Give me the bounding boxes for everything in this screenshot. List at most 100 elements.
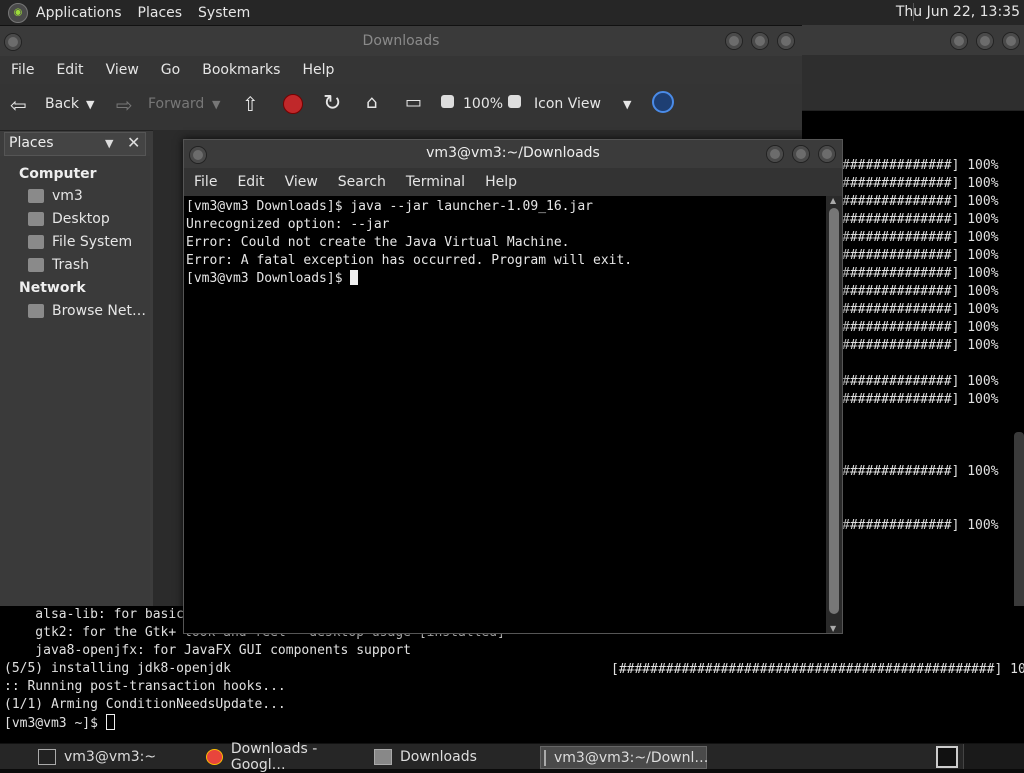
search-icon[interactable] xyxy=(652,91,674,113)
terminal-window[interactable]: vm3@vm3:~/Downloads File Edit View Searc… xyxy=(183,139,843,634)
menu-help[interactable]: Help xyxy=(475,174,527,190)
sidebar-item-label: vm3 xyxy=(52,188,83,204)
taskbar-item-chrome[interactable]: Downloads - Googl… xyxy=(206,741,366,773)
view-mode-chevron-icon[interactable]: ▼ xyxy=(623,98,631,111)
stop-icon[interactable] xyxy=(283,94,303,114)
scroll-up-icon[interactable]: ▲ xyxy=(830,196,836,205)
taskbar-item-terminal-downloads[interactable]: vm3@vm3:~/Downl… xyxy=(540,746,709,769)
close-button[interactable] xyxy=(777,32,795,50)
sidebar-item-file-system[interactable]: File System xyxy=(28,234,132,250)
show-desktop-icon[interactable] xyxy=(936,746,958,768)
menu-view[interactable]: View xyxy=(275,174,328,190)
sidebar-item-vm3[interactable]: vm3 xyxy=(28,188,83,204)
scroll-down-icon[interactable]: ▼ xyxy=(830,624,836,633)
taskbar-item-downloads[interactable]: Downloads xyxy=(374,746,534,767)
menu-help[interactable]: Help xyxy=(291,62,345,78)
progress-row xyxy=(842,445,999,463)
menu-view[interactable]: View xyxy=(95,62,150,78)
sidebar-header[interactable]: Places ▼ ✕ xyxy=(4,132,146,156)
applications-menu[interactable]: Applications xyxy=(28,5,130,21)
terminal-line: (5/5) installing jdk8-openjdk xyxy=(4,661,231,676)
terminal-cursor xyxy=(350,270,359,285)
scrollbar-thumb[interactable] xyxy=(829,208,839,614)
minimize-button[interactable] xyxy=(950,32,968,50)
home-icon[interactable]: ⌂ xyxy=(366,92,377,113)
terminal-scrollbar[interactable]: ▲ ▼ xyxy=(826,196,842,633)
progress-row xyxy=(842,499,999,517)
terminal-line: Error: A fatal exception has occurred. P… xyxy=(186,253,633,268)
clock[interactable]: Thu Jun 22, 13:35 xyxy=(896,4,1020,20)
progress-row: ##############] 100% xyxy=(842,392,999,407)
minimize-button[interactable] xyxy=(725,32,743,50)
forward-history-chevron-icon: ▼ xyxy=(212,98,221,111)
progress-row: ##############] 100% xyxy=(842,302,999,317)
zoom-out-icon[interactable] xyxy=(441,95,454,108)
menu-file[interactable]: File xyxy=(184,174,227,190)
back-arrow-icon[interactable]: ⇦ xyxy=(10,93,27,117)
file-manager-toolbar: ⇦ Back ▼ ⇨ Forward ▼ ⇧ ↻ ⌂ ▭ 100% Icon V… xyxy=(0,84,802,131)
progress-row: ##############] 100% xyxy=(842,338,999,353)
sidebar-item-desktop[interactable]: Desktop xyxy=(28,211,110,227)
forward-button: Forward xyxy=(148,96,205,112)
file-manager-titlebar[interactable]: Downloads xyxy=(0,26,802,56)
distro-logo-icon[interactable]: ◉ xyxy=(8,2,28,23)
sidebar-places-select[interactable]: Places xyxy=(9,135,54,151)
view-mode-select[interactable]: Icon View xyxy=(534,96,601,112)
back-button[interactable]: Back xyxy=(45,96,79,112)
terminal-output[interactable]: [vm3@vm3 Downloads]$ java --jar launcher… xyxy=(184,196,826,633)
sidebar-item-label: Trash xyxy=(52,257,89,273)
chrome-icon xyxy=(206,748,223,765)
minimize-button[interactable] xyxy=(766,145,784,163)
taskbar-item-label: Downloads xyxy=(400,748,477,765)
window-title: vm3@vm3:~/Downloads xyxy=(426,145,600,161)
progress-row: ##############] 100% xyxy=(842,194,999,209)
folder-icon xyxy=(374,748,392,765)
menu-edit[interactable]: Edit xyxy=(227,174,274,190)
zoom-level: 100% xyxy=(463,96,504,112)
progress-row: ##############] 100% xyxy=(842,464,999,479)
computer-icon[interactable]: ▭ xyxy=(405,92,422,113)
terminal-line: Unrecognized option: --jar xyxy=(186,217,390,232)
terminal-prompt: [vm3@vm3 Downloads]$ xyxy=(186,271,351,286)
menu-bookmarks[interactable]: Bookmarks xyxy=(191,62,291,78)
sidebar-category-computer: Computer xyxy=(19,166,97,182)
close-button[interactable] xyxy=(1002,32,1020,50)
sidebar-chevron-icon[interactable]: ▼ xyxy=(105,137,113,150)
terminal-line: :: Running post-transaction hooks... xyxy=(4,679,286,694)
progress-row: ##############] 100% xyxy=(842,284,999,299)
file-manager-menubar: File Edit View Go Bookmarks Help xyxy=(0,56,802,84)
sidebar-item-label: File System xyxy=(52,234,133,250)
places-menu[interactable]: Places xyxy=(130,5,191,21)
back-history-chevron-icon[interactable]: ▼ xyxy=(86,98,94,111)
trash-icon xyxy=(28,258,44,272)
sidebar-close-icon[interactable]: ✕ xyxy=(127,133,140,152)
sidebar-item-label: Browse Net… xyxy=(52,303,147,319)
progress-row: ##############] 100% xyxy=(842,230,999,245)
maximize-button[interactable] xyxy=(751,32,769,50)
taskbar-item-terminal-home[interactable]: vm3@vm3:~ xyxy=(38,746,198,767)
menu-edit[interactable]: Edit xyxy=(45,62,94,78)
menu-go[interactable]: Go xyxy=(150,62,191,78)
menu-file[interactable]: File xyxy=(0,62,45,78)
window-menu-button[interactable] xyxy=(4,33,22,51)
close-button[interactable] xyxy=(818,145,836,163)
sidebar-item-trash[interactable]: Trash xyxy=(28,257,89,273)
maximize-button[interactable] xyxy=(976,32,994,50)
maximize-button[interactable] xyxy=(792,145,810,163)
menu-search[interactable]: Search xyxy=(328,174,396,190)
home-folder-icon xyxy=(28,189,44,203)
progress-row: ##############] 100% xyxy=(842,212,999,227)
terminal-prompt: [vm3@vm3 ~]$ xyxy=(4,716,106,731)
taskbar-item-label: vm3@vm3:~/Downl… xyxy=(554,749,709,766)
up-arrow-icon[interactable]: ⇧ xyxy=(242,92,259,116)
zoom-in-icon[interactable] xyxy=(508,95,521,108)
background-terminal-titlebar[interactable] xyxy=(802,25,1024,55)
sidebar-item-browse-network[interactable]: Browse Net… xyxy=(28,303,146,319)
workspace-switcher[interactable] xyxy=(963,744,1024,769)
terminal-titlebar[interactable]: vm3@vm3:~/Downloads xyxy=(184,140,842,168)
system-menu[interactable]: System xyxy=(190,5,258,21)
terminal-menubar: File Edit View Search Terminal Help xyxy=(184,168,842,196)
reload-icon[interactable]: ↻ xyxy=(323,91,341,116)
menu-terminal[interactable]: Terminal xyxy=(396,174,475,190)
sidebar-category-network: Network xyxy=(19,280,86,296)
